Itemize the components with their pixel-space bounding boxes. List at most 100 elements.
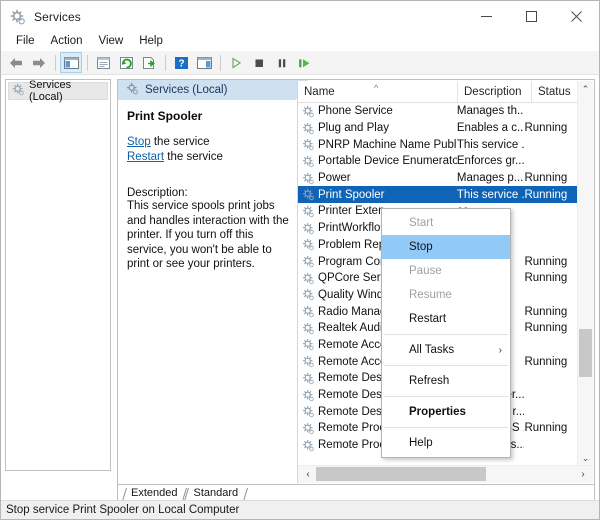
results-pane: Services (Local) Print Spooler Stop the … bbox=[117, 79, 595, 485]
table-row[interactable]: PowerManages p...Running bbox=[298, 170, 577, 187]
window-title: Services bbox=[34, 10, 81, 24]
service-gear-icon bbox=[302, 188, 315, 201]
scroll-left-button[interactable]: ‹ bbox=[300, 466, 316, 482]
column-header-description-label: Description bbox=[464, 86, 522, 98]
vertical-scrollbar[interactable]: ⌃ ⌄ bbox=[577, 81, 593, 466]
context-menu-separator bbox=[384, 365, 508, 366]
cell-description: Enables a c... bbox=[457, 122, 525, 134]
cell-service-name: PNRP Machine Name Publi... bbox=[318, 139, 457, 151]
service-gear-icon bbox=[302, 255, 315, 268]
service-gear-icon bbox=[302, 288, 315, 301]
cell-service-name: Plug and Play bbox=[318, 122, 457, 134]
cell-description: Enforces gr... bbox=[457, 155, 525, 167]
page-title: Print Spooler bbox=[127, 109, 290, 123]
table-row[interactable]: PNRP Machine Name Publi...This service .… bbox=[298, 136, 577, 153]
column-header-name[interactable]: Name ^ bbox=[298, 81, 458, 102]
service-gear-icon bbox=[302, 122, 315, 135]
maximize-button[interactable] bbox=[509, 1, 554, 32]
tab-standard[interactable]: Standard bbox=[186, 487, 247, 499]
menu-file[interactable]: File bbox=[8, 34, 43, 49]
context-menu-all-tasks-label: All Tasks bbox=[409, 344, 454, 356]
start-service-icon[interactable] bbox=[225, 52, 247, 73]
cell-description: Manages p... bbox=[457, 172, 525, 184]
column-header-name-label: Name bbox=[304, 86, 335, 98]
table-row[interactable]: Portable Device Enumerator...Enforces gr… bbox=[298, 153, 577, 170]
context-menu-pause-label: Pause bbox=[409, 265, 442, 277]
service-gear-icon bbox=[302, 422, 315, 435]
menu-action[interactable]: Action bbox=[43, 34, 91, 49]
status-bar: Stop service Print Spooler on Local Comp… bbox=[1, 500, 599, 519]
service-gear-icon bbox=[302, 138, 315, 151]
menu-view[interactable]: View bbox=[91, 34, 132, 49]
toolbar-separator-2 bbox=[87, 55, 88, 71]
restart-service-icon[interactable] bbox=[294, 52, 316, 73]
context-menu: StartStopPauseResumeRestartAll Tasks›Ref… bbox=[381, 208, 511, 458]
restart-the-service-link[interactable]: Restart bbox=[127, 151, 164, 163]
cell-status: Running bbox=[524, 189, 577, 201]
horizontal-scrollbar-thumb[interactable] bbox=[316, 467, 486, 481]
vertical-scrollbar-thumb[interactable] bbox=[579, 329, 592, 377]
service-gear-icon bbox=[302, 105, 315, 118]
services-gear-icon bbox=[12, 83, 25, 99]
show-hide-action-pane-icon[interactable] bbox=[193, 52, 215, 73]
column-header-description[interactable]: Description bbox=[458, 81, 532, 102]
export-list-icon[interactable] bbox=[138, 52, 160, 73]
cell-description: Manages th... bbox=[457, 105, 525, 117]
stop-service-icon[interactable] bbox=[248, 52, 270, 73]
stop-the-service-line: Stop the service bbox=[127, 135, 290, 150]
back-arrow-icon[interactable] bbox=[5, 52, 27, 73]
table-row[interactable]: Phone ServiceManages th... bbox=[298, 103, 577, 120]
table-row[interactable]: Plug and PlayEnables a c...Running bbox=[298, 120, 577, 137]
cell-description: This service ... bbox=[457, 139, 525, 151]
cell-status: Running bbox=[524, 306, 577, 318]
scroll-right-button[interactable]: › bbox=[575, 466, 591, 482]
tab-extended[interactable]: Extended bbox=[124, 487, 186, 499]
services-gear-icon bbox=[126, 82, 139, 98]
help-icon[interactable]: ? bbox=[170, 52, 192, 73]
refresh-icon[interactable] bbox=[115, 52, 137, 73]
results-pane-tab-label: Services (Local) bbox=[145, 84, 227, 96]
context-menu-separator bbox=[384, 427, 508, 428]
horizontal-scrollbar[interactable]: ‹ › bbox=[298, 465, 593, 483]
services-gear-icon bbox=[10, 9, 26, 25]
tree-item-services-local[interactable]: Services (Local) bbox=[8, 82, 108, 100]
stop-the-service-link[interactable]: Stop bbox=[127, 136, 151, 148]
cell-service-name: Print Spooler bbox=[318, 189, 457, 201]
scroll-up-button[interactable]: ⌃ bbox=[578, 81, 593, 97]
view-tabs: Extended Standard bbox=[117, 485, 595, 501]
context-menu-all-tasks[interactable]: All Tasks› bbox=[382, 338, 510, 362]
show-hide-console-tree-icon[interactable] bbox=[60, 52, 82, 73]
minimize-button[interactable] bbox=[464, 1, 509, 32]
context-menu-separator bbox=[384, 396, 508, 397]
context-menu-help-label: Help bbox=[409, 437, 433, 449]
context-menu-stop-label: Stop bbox=[409, 241, 433, 253]
service-gear-icon bbox=[302, 272, 315, 285]
table-row[interactable]: Print SpoolerThis service ...Running bbox=[298, 186, 577, 203]
cell-status: Running bbox=[524, 256, 577, 268]
service-gear-icon bbox=[302, 172, 315, 185]
service-gear-icon bbox=[302, 205, 315, 218]
context-menu-pause: Pause bbox=[382, 259, 510, 283]
cell-service-name: Power bbox=[318, 172, 457, 184]
close-button[interactable] bbox=[554, 1, 599, 32]
context-menu-resume-label: Resume bbox=[409, 289, 452, 301]
results-pane-tab[interactable]: Services (Local) bbox=[118, 80, 296, 100]
cell-status: Running bbox=[524, 172, 577, 184]
toolbar-separator-3 bbox=[165, 55, 166, 71]
properties-window-icon[interactable] bbox=[92, 52, 114, 73]
context-menu-resume: Resume bbox=[382, 283, 510, 307]
context-menu-restart[interactable]: Restart bbox=[382, 307, 510, 331]
svg-text:?: ? bbox=[178, 58, 184, 69]
context-menu-properties[interactable]: Properties bbox=[382, 400, 510, 424]
context-menu-help[interactable]: Help bbox=[382, 431, 510, 455]
pause-service-icon[interactable] bbox=[271, 52, 293, 73]
menu-help[interactable]: Help bbox=[131, 34, 171, 49]
service-gear-icon bbox=[302, 389, 315, 402]
context-menu-properties-label: Properties bbox=[409, 406, 466, 418]
service-gear-icon bbox=[302, 355, 315, 368]
cell-status: Running bbox=[524, 122, 577, 134]
forward-arrow-icon[interactable] bbox=[28, 52, 50, 73]
context-menu-refresh[interactable]: Refresh bbox=[382, 369, 510, 393]
context-menu-stop[interactable]: Stop bbox=[382, 235, 510, 259]
scroll-down-button[interactable]: ⌄ bbox=[578, 450, 593, 466]
